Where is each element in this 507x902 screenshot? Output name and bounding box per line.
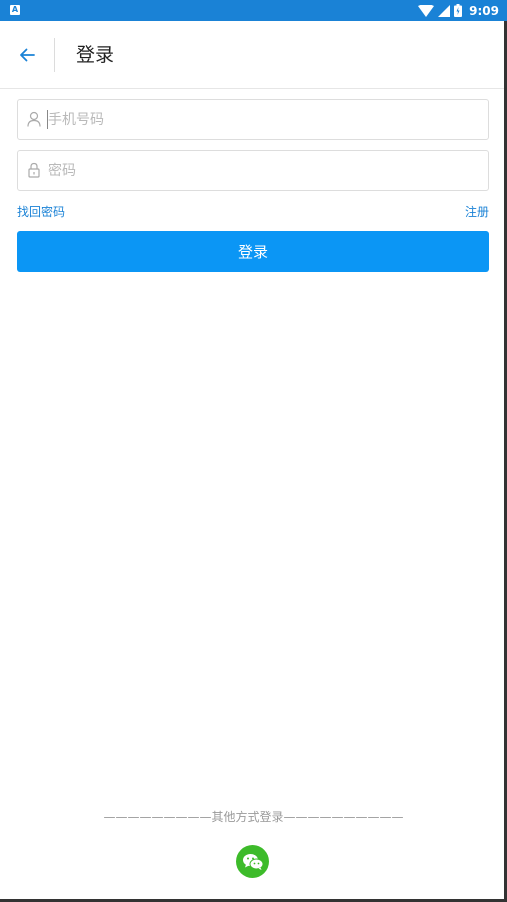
battery-icon (454, 4, 463, 17)
wechat-login-button[interactable] (236, 845, 269, 878)
password-input[interactable] (48, 151, 478, 190)
divider-dashes-left: ————————— (103, 810, 212, 824)
app-bar: 登录 (0, 21, 507, 89)
login-button[interactable]: 登录 (17, 231, 489, 272)
other-login-label: 其他方式登录 (211, 810, 284, 824)
phone-input[interactable] (48, 100, 478, 139)
user-icon (27, 111, 41, 127)
phone-field[interactable] (17, 99, 489, 140)
app-bar-divider (54, 38, 55, 72)
page-title: 登录 (76, 44, 115, 66)
other-login-divider: —————————其他方式登录—————————— (0, 808, 507, 825)
status-bar: A 9:09 (0, 0, 507, 21)
notification-icon: A (10, 5, 20, 15)
lock-icon (28, 162, 40, 178)
register-link[interactable]: 注册 (465, 203, 489, 220)
arrow-left-icon (20, 48, 35, 62)
cell-signal-icon (438, 4, 451, 17)
clock: 9:09 (469, 3, 499, 18)
wechat-icon (242, 853, 263, 870)
forgot-password-link[interactable]: 找回密码 (17, 203, 65, 220)
password-field[interactable] (17, 150, 489, 191)
back-button[interactable] (10, 39, 44, 71)
wifi-icon (418, 4, 435, 17)
divider-dashes-right: —————————— (283, 810, 404, 824)
notification-letter: A (11, 5, 19, 14)
login-button-label: 登录 (237, 243, 268, 261)
status-icons: 9:09 (418, 2, 499, 19)
